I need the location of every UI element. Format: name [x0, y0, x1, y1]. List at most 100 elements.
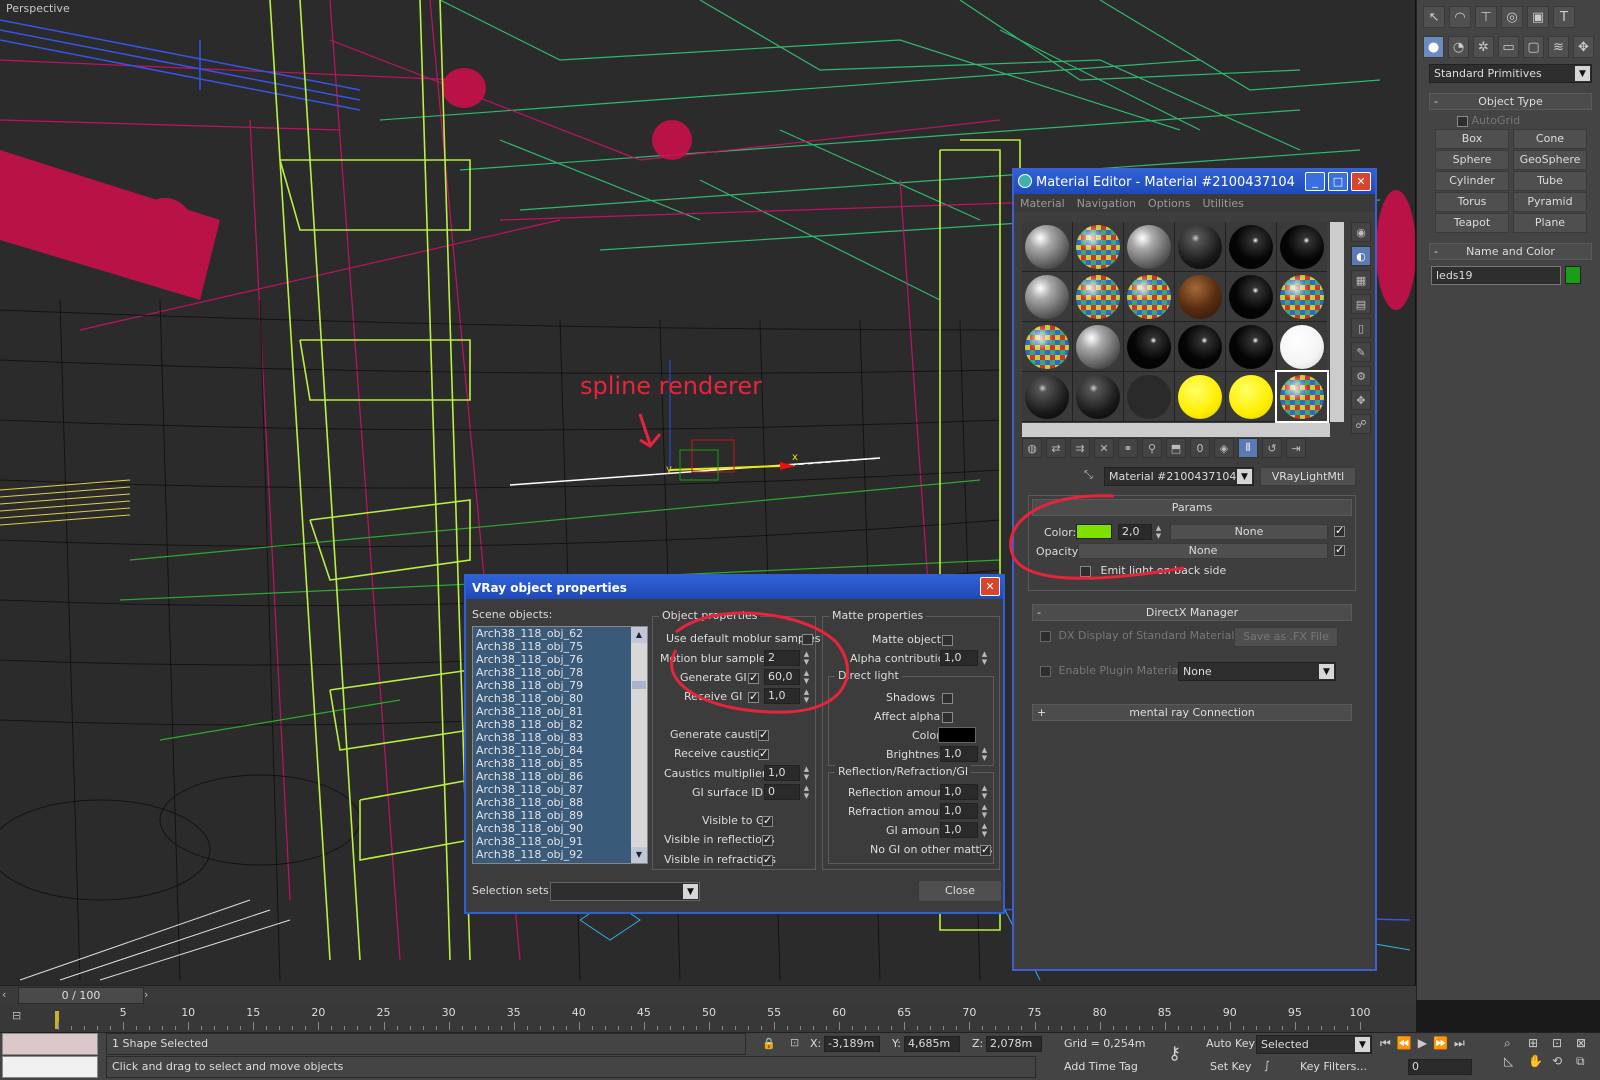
display-tab-icon[interactable]: ▣: [1527, 6, 1549, 28]
auto-key-button[interactable]: Auto Key: [1206, 1037, 1255, 1050]
color-map-checkbox[interactable]: [1334, 524, 1345, 537]
generate-caustics-checkbox[interactable]: [758, 728, 769, 741]
list-item[interactable]: Arch38_118_obj_89: [473, 809, 647, 822]
plane-button[interactable]: Plane: [1513, 213, 1587, 233]
zoom-all-icon[interactable]: ⊞: [1528, 1036, 1550, 1051]
show-end-result-icon[interactable]: ⫴: [1238, 438, 1258, 458]
list-item[interactable]: Arch38_118_obj_86: [473, 770, 647, 783]
minimize-icon[interactable]: _: [1305, 172, 1325, 191]
get-material-icon[interactable]: ◍: [1022, 438, 1042, 458]
gi-amount-field[interactable]: 1,0: [940, 822, 978, 838]
caustics-multiplier-spinner[interactable]: ▲ ▼: [802, 765, 811, 781]
modify-tab-icon[interactable]: ◠: [1449, 6, 1471, 28]
material-slot[interactable]: [1073, 322, 1123, 371]
put-to-library-icon[interactable]: ⬒: [1166, 438, 1186, 458]
object-type-rollout[interactable]: - Object Type: [1429, 93, 1592, 110]
sample-type-icon[interactable]: ◉: [1351, 222, 1371, 242]
list-item[interactable]: Arch38_118_obj_75: [473, 640, 647, 653]
opacity-map-checkbox[interactable]: [1334, 543, 1345, 556]
name-color-rollout[interactable]: - Name and Color: [1429, 243, 1592, 260]
receive-caustics-checkbox[interactable]: [758, 747, 769, 760]
lights-icon[interactable]: ✲: [1473, 36, 1494, 58]
list-item[interactable]: Arch38_118_obj_87: [473, 783, 647, 796]
material-slot[interactable]: [1226, 272, 1276, 321]
chevron-down-icon[interactable]: ▼: [1575, 66, 1590, 81]
shadow-color-swatch[interactable]: [938, 727, 976, 743]
plugin-material-dropdown[interactable]: None ▼: [1178, 662, 1336, 681]
next-frame-icon[interactable]: ⏩: [1433, 1036, 1448, 1051]
select-by-material-icon[interactable]: ✥: [1351, 390, 1371, 410]
directx-rollout[interactable]: - DirectX Manager: [1032, 604, 1352, 621]
video-color-check-icon[interactable]: ▯: [1351, 318, 1371, 338]
pick-material-icon[interactable]: ⤡: [1084, 468, 1098, 484]
go-forward-sibling-icon[interactable]: ⇥: [1286, 438, 1306, 458]
menu-options[interactable]: Options: [1148, 197, 1190, 210]
systems-icon[interactable]: ✥: [1573, 36, 1594, 58]
maximize-icon[interactable]: □: [1328, 172, 1348, 191]
list-item[interactable]: Arch38_118_obj_91: [473, 835, 647, 848]
assign-to-selection-icon[interactable]: ⇉: [1070, 438, 1090, 458]
maximize-viewport-icon[interactable]: ⧉: [1576, 1054, 1598, 1069]
uv-tiling-icon[interactable]: ▤: [1351, 294, 1371, 314]
reflection-amount-spinner[interactable]: ▲ ▼: [980, 784, 989, 800]
material-type-button[interactable]: VRayLightMtl: [1260, 467, 1356, 486]
vray-dialog-titlebar[interactable]: VRay object properties ✕: [466, 576, 1003, 599]
gi-surface-id-spinner[interactable]: ▲ ▼: [802, 784, 811, 800]
material-slot[interactable]: [1275, 370, 1329, 423]
zoom-extents-icon[interactable]: ⊡: [1552, 1036, 1574, 1051]
material-slot[interactable]: [1124, 372, 1174, 421]
pyramid-button[interactable]: Pyramid: [1513, 192, 1587, 212]
visible-to-gi-checkbox[interactable]: [762, 814, 773, 827]
material-slot[interactable]: [1175, 372, 1225, 421]
put-to-scene-icon[interactable]: ⇄: [1046, 438, 1066, 458]
affect-alpha-checkbox[interactable]: [942, 712, 953, 723]
previous-frame-icon[interactable]: ⏪: [1397, 1036, 1412, 1051]
material-slot[interactable]: [1226, 372, 1276, 421]
mental-ray-rollout[interactable]: + mental ray Connection: [1032, 704, 1352, 721]
curve-editor-icon[interactable]: ⊟: [12, 1009, 32, 1027]
material-slot[interactable]: [1124, 322, 1174, 371]
scene-objects-list[interactable]: ▲ ▼ Arch38_118_obj_62 Arch38_118_obj_75 Ar…: [472, 626, 648, 864]
z-coordinate-field[interactable]: 2,078m: [986, 1036, 1042, 1052]
list-item[interactable]: Arch38_118_obj_84: [473, 744, 647, 757]
key-icon[interactable]: ⚷: [1168, 1043, 1181, 1064]
orbit-icon[interactable]: ⟲: [1552, 1054, 1574, 1069]
cone-button[interactable]: Cone: [1513, 129, 1587, 149]
brightness-spinner[interactable]: ▲ ▼: [980, 746, 989, 762]
cameras-icon[interactable]: ▭: [1498, 36, 1519, 58]
list-item[interactable]: Arch38_118_obj_83: [473, 731, 647, 744]
material-map-navigator-icon[interactable]: ☍: [1351, 414, 1371, 434]
refraction-amount-spinner[interactable]: ▲ ▼: [980, 803, 989, 819]
play-icon[interactable]: ▶: [1418, 1036, 1427, 1051]
slots-horizontal-scrollbar[interactable]: [1022, 423, 1330, 437]
spacewarps-icon[interactable]: ≋: [1548, 36, 1569, 58]
background-icon[interactable]: ▦: [1351, 270, 1371, 290]
enable-plugin-row[interactable]: Enable Plugin Material: [1040, 664, 1181, 677]
key-filters-button[interactable]: Key Filters...: [1300, 1060, 1367, 1073]
material-slot[interactable]: [1277, 322, 1327, 371]
key-curve-icon[interactable]: ∫: [1264, 1059, 1270, 1072]
hierarchy-tab-icon[interactable]: ⊤: [1475, 6, 1497, 28]
visible-in-refractions-checkbox[interactable]: [762, 853, 773, 866]
menu-utilities[interactable]: Utilities: [1202, 197, 1243, 210]
motion-tab-icon[interactable]: ◎: [1501, 6, 1523, 28]
material-name-dropdown[interactable]: Material #2100437104 ▼: [1104, 467, 1254, 486]
alpha-contribution-field[interactable]: 1,0: [940, 650, 978, 666]
time-prev-icon[interactable]: ‹: [2, 988, 14, 1003]
menu-material[interactable]: Material: [1020, 197, 1065, 210]
material-slot[interactable]: [1124, 272, 1174, 321]
geometry-icon[interactable]: ●: [1423, 36, 1444, 58]
material-slot[interactable]: [1022, 222, 1072, 271]
track-bar[interactable]: ⊟ 5 10 15 20 25 30 35 40 45 50 55 60 65 70 75 80 85 90 95 1…: [0, 1005, 1416, 1032]
field-of-view-icon[interactable]: ◺: [1504, 1054, 1526, 1069]
sphere-button[interactable]: Sphere: [1435, 150, 1509, 170]
list-item[interactable]: Arch38_118_obj_76: [473, 653, 647, 666]
material-slot[interactable]: [1175, 272, 1225, 321]
chevron-down-icon[interactable]: ▼: [1237, 469, 1252, 484]
go-to-parent-icon[interactable]: ↺: [1262, 438, 1282, 458]
reset-map-icon[interactable]: ✕: [1094, 438, 1114, 458]
slots-vertical-scrollbar[interactable]: [1330, 222, 1344, 422]
list-item[interactable]: Arch38_118_obj_88: [473, 796, 647, 809]
backlight-icon[interactable]: ◐: [1351, 246, 1371, 266]
material-slot[interactable]: [1175, 222, 1225, 271]
